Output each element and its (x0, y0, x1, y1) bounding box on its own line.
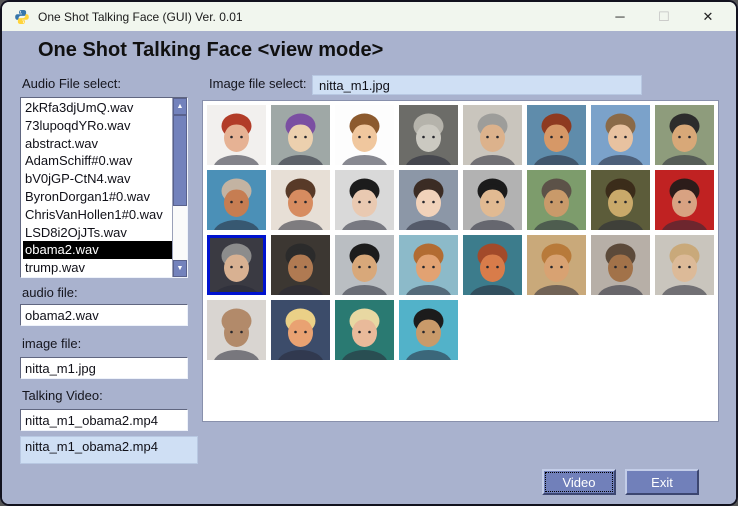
audio-file-option[interactable]: bV0jGP-CtN4.wav (23, 170, 172, 188)
face-thumb-japanese-man-suit[interactable] (463, 170, 522, 230)
face-thumb-painted-redhead-man[interactable] (527, 105, 586, 165)
image-panel (202, 100, 719, 422)
face-thumb-elderly-man-glasses[interactable] (463, 105, 522, 165)
listbox-scrollbar[interactable]: ▲ ▼ (172, 98, 187, 277)
face-thumb-asian-woman-dark-hair[interactable] (335, 170, 394, 230)
audio-file-option[interactable]: trump.wav (23, 259, 172, 277)
audio-file-option[interactable]: LSD8i2OjJTs.wav (23, 224, 172, 242)
audio-file-list: 2kRfa3djUmQ.wav73lupoqdYRo.wavabstract.w… (21, 98, 172, 277)
window-title: One Shot Talking Face (GUI) Ver. 0.01 (38, 10, 598, 24)
face-thumb-painted-dark-hair-man[interactable] (655, 105, 714, 165)
audio-file-option[interactable]: ChrisVanHollen1#0.wav (23, 206, 172, 224)
maximize-button[interactable]: ☐ (642, 2, 686, 31)
face-thumb-woman-red-background[interactable] (655, 170, 714, 230)
face-thumb-mona-lisa[interactable] (591, 170, 650, 230)
scroll-up-icon[interactable]: ▲ (173, 98, 187, 115)
face-thumb-david-statue[interactable] (399, 105, 458, 165)
python-logo-icon (14, 9, 30, 25)
app-window: One Shot Talking Face (GUI) Ver. 0.01 ─ … (0, 0, 738, 506)
face-thumb-painted-smiling-man[interactable] (399, 235, 458, 295)
talking-video-list-item[interactable]: nitta_m1_obama2.mp4 (20, 436, 198, 464)
image-file-select-field[interactable]: nitta_m1.jpg (312, 75, 642, 95)
face-thumb-obama[interactable] (271, 235, 330, 295)
face-thumb-sculpted-head[interactable] (655, 235, 714, 295)
main-area: One Shot Talking Face <view mode> Audio … (2, 31, 736, 504)
audio-file-option[interactable]: AdamSchiff#0.wav (23, 152, 172, 170)
face-thumb-man-sunglasses[interactable] (527, 170, 586, 230)
audio-file-field[interactable] (20, 304, 188, 326)
talking-video-label: Talking Video: (22, 388, 103, 403)
audio-file-option[interactable]: obama2.wav (23, 241, 172, 259)
exit-button[interactable]: Exit (625, 469, 699, 495)
face-thumb-clay-mask[interactable] (207, 300, 266, 360)
face-thumb-asian-woman-young[interactable] (399, 170, 458, 230)
audio-file-option[interactable]: 73lupoqdYRo.wav (23, 117, 172, 135)
face-thumb-trump[interactable] (271, 300, 330, 360)
audio-file-label: audio file: (22, 285, 78, 300)
face-thumb-chucky-doll[interactable] (207, 105, 266, 165)
image-file-label: image file: (22, 336, 81, 351)
image-file-field[interactable] (20, 357, 188, 379)
title-bar: One Shot Talking Face (GUI) Ver. 0.01 ─ … (2, 2, 736, 31)
audio-file-option[interactable]: ByronDorgan1#0.wav (23, 188, 172, 206)
video-button[interactable]: Video (542, 469, 616, 495)
audio-file-option[interactable]: abstract.wav (23, 135, 172, 153)
image-grid (203, 101, 718, 364)
scroll-down-icon[interactable]: ▼ (173, 260, 187, 277)
face-thumb-painted-young-man[interactable] (271, 170, 330, 230)
face-thumb-buzz-lightyear[interactable] (271, 105, 330, 165)
audio-file-listbox[interactable]: 2kRfa3djUmQ.wav73lupoqdYRo.wavabstract.w… (20, 97, 188, 278)
close-button[interactable]: ✕ (686, 2, 730, 31)
image-file-select-label: Image file select: (209, 76, 307, 91)
face-thumb-japanese-man-glasses[interactable] (335, 235, 394, 295)
face-thumb-painted-man-quiff[interactable] (527, 235, 586, 295)
face-thumb-blonde-woman[interactable] (335, 300, 394, 360)
face-thumb-japanese-man-gray-hair[interactable] (207, 235, 266, 295)
face-thumb-painted-old-man-blue[interactable] (207, 170, 266, 230)
audio-file-select-label: Audio File select: (22, 76, 121, 91)
scrollbar-thumb[interactable] (173, 115, 187, 206)
scrollbar-track[interactable] (173, 115, 187, 260)
talking-video-field[interactable] (20, 409, 188, 431)
audio-file-option[interactable]: 2kRfa3djUmQ.wav (23, 99, 172, 117)
face-thumb-japanese-man-teal[interactable] (399, 300, 458, 360)
face-thumb-nefertiti-statue[interactable] (591, 235, 650, 295)
face-thumb-painted-woman-orange[interactable] (463, 235, 522, 295)
minimize-button[interactable]: ─ (598, 2, 642, 31)
face-thumb-woody-cowboy[interactable] (335, 105, 394, 165)
face-thumb-painted-blue-coat-man[interactable] (591, 105, 650, 165)
page-title: One Shot Talking Face <view mode> (38, 39, 383, 62)
